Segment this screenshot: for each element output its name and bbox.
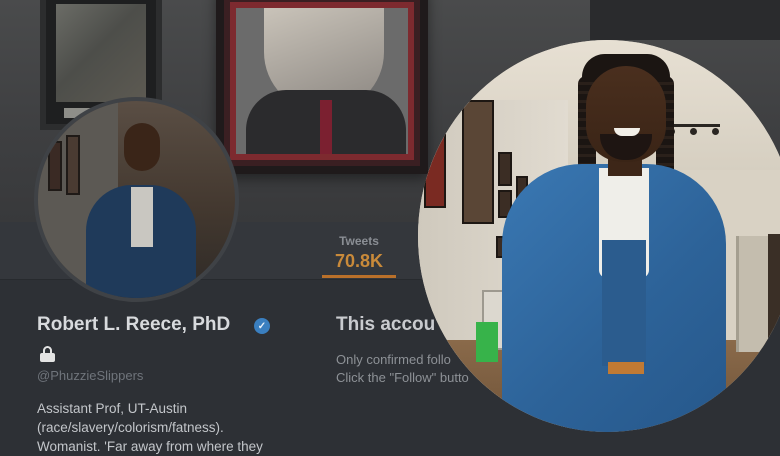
profile-display-name: Robert L. Reece, PhD xyxy=(37,314,231,335)
avatar-frame-2 xyxy=(66,135,80,195)
lock-body xyxy=(40,353,55,362)
tab-tweets[interactable]: Tweets 70.8K xyxy=(322,232,396,278)
photo-spotlight xyxy=(690,128,697,135)
photo-belt xyxy=(608,362,644,374)
bio-line: (race/slavery/colorism/fatness). xyxy=(37,420,224,435)
bio-line: Assistant Prof, UT-Austin xyxy=(37,401,188,416)
tweets-label: Tweets xyxy=(339,234,379,248)
avatar-person-head xyxy=(124,123,160,171)
photo-wall-frame xyxy=(424,134,446,208)
photo-spotlight xyxy=(712,128,719,135)
bio-line: Womanist. 'Far away from where they xyxy=(37,439,263,454)
lock-icon xyxy=(40,346,55,362)
enlarged-profile-photo xyxy=(418,40,780,432)
framed-portrait-center xyxy=(216,0,428,174)
photo-smile xyxy=(614,128,640,136)
portrait-tie xyxy=(320,100,332,154)
verified-badge-icon: ✓ xyxy=(254,318,270,334)
profile-bio: Assistant Prof, UT-Austin (race/slavery/… xyxy=(37,399,297,456)
photo-bookcase xyxy=(768,234,780,364)
photo-green-object xyxy=(476,322,498,362)
avatar-frame-1 xyxy=(48,141,62,191)
tweets-count: 70.8K xyxy=(334,251,384,271)
photo-wall-frame xyxy=(462,100,494,224)
portrait-mat xyxy=(230,2,414,160)
avatar-person-shirt xyxy=(131,187,153,247)
photo-wall-frame xyxy=(498,152,512,186)
framed-artwork-right xyxy=(590,0,780,40)
active-tab-indicator xyxy=(322,275,396,278)
photo-vest xyxy=(602,240,646,366)
artwork-canvas xyxy=(56,4,146,102)
profile-handle[interactable]: @PhuzzieSlippers xyxy=(37,368,143,383)
avatar[interactable] xyxy=(34,97,239,302)
